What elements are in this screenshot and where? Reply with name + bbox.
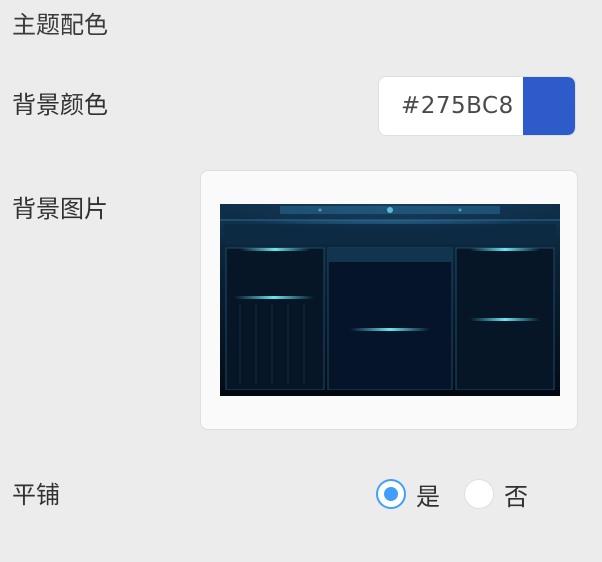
background-color-label: 背景颜色 bbox=[12, 91, 108, 119]
tile-radio-no[interactable]: 否 bbox=[464, 477, 528, 512]
background-image-upload[interactable] bbox=[200, 170, 578, 430]
background-color-input[interactable] bbox=[379, 77, 524, 135]
tile-radio-yes[interactable]: 是 bbox=[376, 477, 440, 512]
background-color-picker[interactable] bbox=[378, 76, 576, 136]
tile-radio-group: 是 否 bbox=[376, 476, 552, 512]
tile-radio-no-label: 否 bbox=[504, 482, 528, 511]
tile-label: 平铺 bbox=[12, 481, 60, 509]
radio-unchecked-icon[interactable] bbox=[464, 479, 494, 509]
section-title-theme-color: 主题配色 bbox=[12, 11, 108, 39]
color-swatch[interactable] bbox=[523, 77, 575, 135]
radio-checked-icon[interactable] bbox=[376, 479, 406, 509]
background-image-label: 背景图片 bbox=[12, 195, 108, 223]
background-image-preview bbox=[220, 204, 560, 396]
tile-radio-yes-label: 是 bbox=[416, 482, 440, 511]
